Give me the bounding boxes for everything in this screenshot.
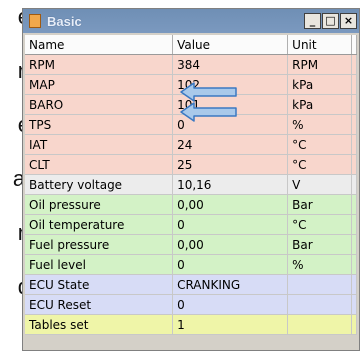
row-name-cell[interactable]: Oil pressure xyxy=(25,194,174,215)
row-filler-cell xyxy=(351,54,357,75)
minimize-button[interactable]: _ xyxy=(304,13,321,29)
app-icon xyxy=(29,14,41,28)
row-value-cell[interactable]: 384 xyxy=(172,54,289,75)
row-value-cell[interactable]: 0 xyxy=(172,254,289,275)
row-unit-cell[interactable] xyxy=(287,314,353,335)
row-value-cell[interactable]: 25 xyxy=(172,154,289,175)
row-name-cell[interactable]: Fuel pressure xyxy=(25,234,174,255)
row-name-cell[interactable]: ECU Reset xyxy=(25,294,174,315)
row-unit-cell[interactable]: °C xyxy=(287,134,353,155)
row-filler-cell xyxy=(351,314,357,335)
table-row[interactable]: Battery voltage 10,16 V xyxy=(25,174,357,195)
row-unit-cell[interactable] xyxy=(287,274,353,295)
row-unit-cell[interactable]: % xyxy=(287,114,353,135)
row-unit-cell[interactable]: % xyxy=(287,254,353,275)
row-unit-cell[interactable]: Bar xyxy=(287,234,353,255)
row-value-cell[interactable]: 1 xyxy=(172,314,289,335)
row-filler-cell xyxy=(351,174,357,195)
row-value-cell[interactable]: 0 xyxy=(172,294,289,315)
table-row[interactable]: Fuel pressure 0,00 Bar xyxy=(25,234,357,255)
close-button[interactable]: × xyxy=(340,13,357,29)
table-row[interactable]: Fuel level 0% xyxy=(25,254,357,275)
row-name-cell[interactable]: ECU State xyxy=(25,274,174,295)
row-name-cell[interactable]: Battery voltage xyxy=(25,174,174,195)
row-unit-cell[interactable]: kPa xyxy=(287,94,353,115)
row-filler-cell xyxy=(351,214,357,235)
window-controls: _ □ × xyxy=(304,13,357,29)
column-header-value[interactable]: Value xyxy=(172,35,289,55)
table-row[interactable]: Oil pressure 0,00 Bar xyxy=(25,194,357,215)
table-row[interactable]: ECU State CRANKING xyxy=(25,274,357,295)
row-filler-cell xyxy=(351,294,357,315)
row-filler-cell xyxy=(351,194,357,215)
row-name-cell[interactable]: BARO xyxy=(25,94,174,115)
table-row[interactable]: Tables set 1 xyxy=(25,314,357,335)
row-name-cell[interactable]: MAP xyxy=(25,74,174,95)
row-unit-cell[interactable]: RPM xyxy=(287,54,353,75)
row-name-cell[interactable]: Oil temperature xyxy=(25,214,174,235)
table-row[interactable]: Oil temperature 0 °C xyxy=(25,214,357,235)
row-unit-cell[interactable]: °C xyxy=(287,214,353,235)
row-value-cell[interactable]: 0,00 xyxy=(172,194,289,215)
row-filler-cell xyxy=(351,254,357,275)
row-name-cell[interactable]: Fuel level xyxy=(25,254,174,275)
column-header-unit[interactable]: Unit xyxy=(287,35,353,55)
row-filler-cell xyxy=(351,94,357,115)
row-value-cell[interactable]: 0 xyxy=(172,214,289,235)
row-name-cell[interactable]: TPS xyxy=(25,114,174,135)
table-row[interactable]: CLT 25 °C xyxy=(25,154,357,175)
row-unit-cell[interactable] xyxy=(287,294,353,315)
table-row[interactable]: ECU Reset 0 xyxy=(25,294,357,315)
row-unit-cell[interactable]: °C xyxy=(287,154,353,175)
row-value-cell[interactable]: 10,16 xyxy=(172,174,289,195)
row-value-cell[interactable]: CRANKING xyxy=(172,274,289,295)
row-filler-cell xyxy=(351,154,357,175)
row-filler-cell xyxy=(351,134,357,155)
row-filler-cell xyxy=(351,74,357,95)
column-header-filler xyxy=(351,35,357,55)
row-filler-cell xyxy=(351,234,357,255)
row-value-cell[interactable]: 24 xyxy=(172,134,289,155)
row-filler-cell xyxy=(351,114,357,135)
row-unit-cell[interactable]: V xyxy=(287,174,353,195)
left-arrow-icon xyxy=(180,102,237,122)
basic-window: Basic _ □ × Name Value Unit RPM 384 RPM MAP… xyxy=(22,8,360,351)
row-filler-cell xyxy=(351,274,357,295)
maximize-button[interactable]: □ xyxy=(322,13,339,29)
window-title: Basic xyxy=(47,13,82,29)
row-value-cell[interactable]: 0,00 xyxy=(172,234,289,255)
row-name-cell[interactable]: IAT xyxy=(25,134,174,155)
data-grid: Name Value Unit RPM 384 RPM MAP 102 kPa BARO 10… xyxy=(25,35,357,335)
row-name-cell[interactable]: Tables set xyxy=(25,314,174,335)
column-header-name[interactable]: Name xyxy=(25,35,174,55)
row-unit-cell[interactable]: kPa xyxy=(287,74,353,95)
table-row[interactable]: IAT 24 °C xyxy=(25,134,357,155)
row-unit-cell[interactable]: Bar xyxy=(287,194,353,215)
table-row[interactable]: RPM 384 RPM xyxy=(25,54,357,75)
row-name-cell[interactable]: RPM xyxy=(25,54,174,75)
title-bar[interactable]: Basic _ □ × xyxy=(23,9,359,33)
left-arrow-icon xyxy=(180,82,237,102)
row-name-cell[interactable]: CLT xyxy=(25,154,174,175)
